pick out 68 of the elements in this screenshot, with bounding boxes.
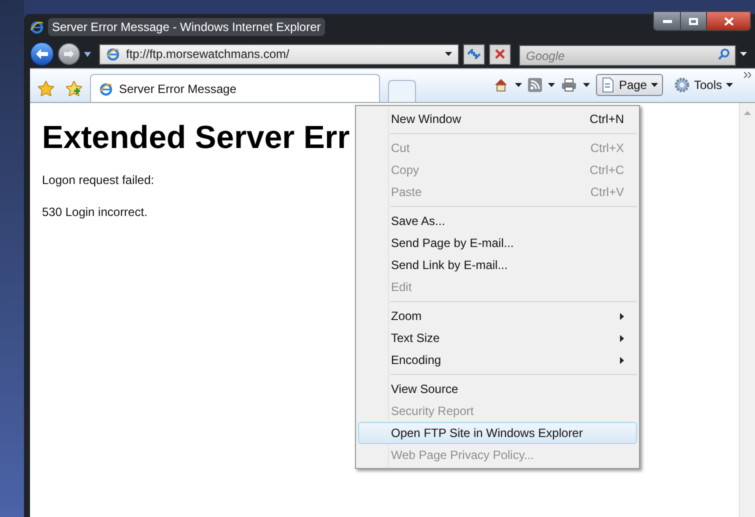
minimize-button[interactable] (654, 12, 680, 30)
menu-item-label: Text Size (391, 330, 440, 347)
menu-item[interactable]: Send Page by E-mail... (358, 232, 637, 254)
add-favorite-icon[interactable] (66, 80, 82, 96)
menu-item-label: Web Page Privacy Policy... (391, 447, 534, 464)
page-menu-button[interactable]: Page (596, 74, 663, 96)
menu-item-label: Copy (391, 162, 420, 179)
menu-item-label: Open FTP Site in Windows Explorer (391, 425, 583, 442)
vertical-scrollbar[interactable] (739, 103, 755, 517)
window-title: Server Error Message - Windows Internet Explorer (48, 18, 325, 36)
menu-item-label: Send Link by E-mail... (391, 257, 508, 274)
menu-item[interactable]: Zoom (358, 305, 637, 327)
menu-item-label: View Source (391, 381, 458, 398)
caret-icon (650, 83, 658, 87)
caret-icon (726, 83, 733, 87)
gear-icon (674, 77, 690, 93)
maximize-button[interactable] (680, 12, 706, 30)
search-options-caret-icon (740, 52, 747, 56)
menu-item[interactable]: Encoding (358, 349, 637, 371)
refresh-button[interactable] (463, 44, 485, 64)
browser-icon (30, 20, 44, 34)
close-button[interactable] (706, 12, 750, 30)
refresh-icon (467, 49, 481, 59)
menu-item-label: New Window (391, 111, 462, 128)
favorites-star-icon[interactable] (38, 80, 54, 96)
close-icon (724, 16, 734, 26)
stop-icon (495, 49, 505, 59)
stop-button[interactable] (489, 44, 511, 64)
ie-page-icon (99, 82, 113, 96)
address-field[interactable]: ftp://ftp.morsewatchmans.com/ (99, 44, 459, 64)
menu-item-label: Send Page by E-mail... (391, 235, 514, 252)
shortcut-text: Ctrl+V (590, 184, 624, 201)
menu-item-label: Encoding (391, 352, 442, 369)
menu-item-label: Paste (391, 184, 422, 201)
back-arrow-icon (36, 49, 48, 59)
menu-item[interactable]: Save As... (358, 210, 637, 232)
shortcut-text: Ctrl+C (590, 162, 624, 179)
rss-feed-icon[interactable] (528, 78, 542, 92)
chevron-icon[interactable] (744, 72, 751, 78)
dropdown-caret-icon (514, 83, 522, 87)
tools-menu-button[interactable]: Tools (668, 74, 738, 96)
browser-tab[interactable]: Server Error Message (90, 74, 380, 102)
page-heading: Extended Server Err (42, 118, 350, 157)
dropdown-caret-icon (548, 83, 555, 87)
history-dropdown-icon[interactable] (84, 52, 91, 56)
forward-arrow-icon (64, 50, 74, 58)
back-button[interactable] (30, 42, 54, 66)
menu-item-label: Save As... (391, 213, 446, 230)
menu-item-label: Security Report (391, 403, 474, 420)
dropdown-caret-icon (445, 52, 452, 56)
page-icon (600, 77, 615, 93)
home-icon[interactable] (492, 77, 509, 93)
menu-item-label: Zoom (391, 308, 422, 325)
menu-item[interactable]: New Window Ctrl+N (358, 108, 637, 130)
search-icon[interactable] (718, 48, 730, 60)
shortcut-text: Ctrl+X (590, 140, 624, 157)
page-ie-icon (106, 47, 120, 61)
menu-item-label: Edit (391, 279, 412, 296)
menu-item[interactable]: Send Link by E-mail... (358, 254, 637, 276)
menu-item[interactable]: Text Size (358, 327, 637, 349)
shortcut-text: Ctrl+N (590, 111, 624, 128)
printer-icon[interactable] (560, 78, 577, 92)
forward-button[interactable] (58, 43, 80, 65)
menu-item[interactable]: View Source (358, 378, 637, 400)
search-field[interactable]: Google (519, 45, 736, 66)
menu-item-label: Cut (391, 140, 410, 157)
dropdown-caret-icon (582, 83, 590, 87)
menu-item[interactable]: Open FTP Site in Windows Explorer (358, 422, 637, 444)
